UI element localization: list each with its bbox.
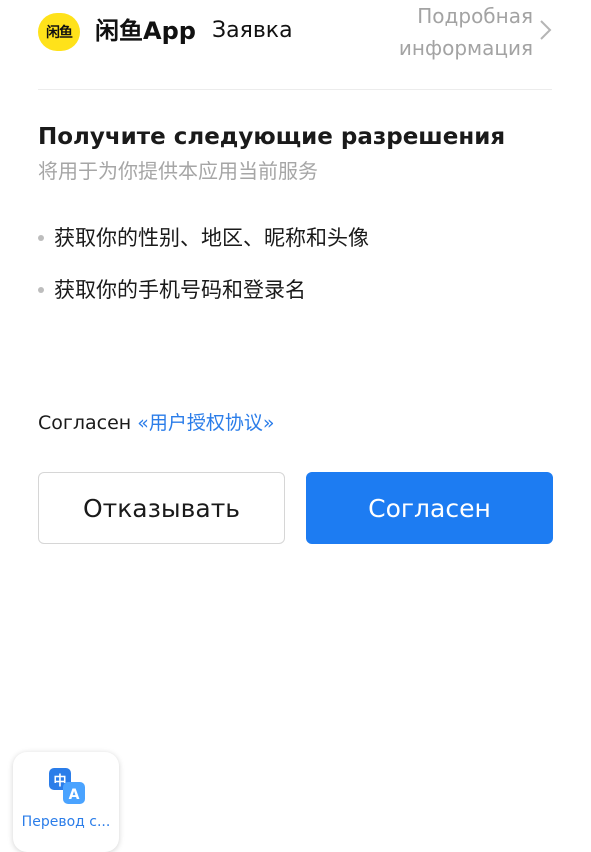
app-name: 闲鱼App (95, 17, 196, 45)
app-logo: 闲鱼 (38, 13, 80, 51)
agreement-prefix: Согласен (38, 412, 138, 434)
details-line-2: информация (398, 36, 533, 60)
permissions-subtitle: 将用于为你提供本应用当前服务 (38, 159, 318, 183)
chevron-right-icon[interactable] (537, 19, 553, 41)
accept-button[interactable]: Согласен (306, 472, 553, 544)
header-divider (38, 89, 552, 90)
permission-item: 获取你的手机号码和登录名 (38, 272, 369, 308)
permission-item: 获取你的性别、地区、昵称和头像 (38, 220, 369, 256)
app-logo-text: 闲鱼 (46, 25, 73, 41)
permissions-title: Получите следующие разрешения (38, 124, 506, 150)
decline-button[interactable]: Отказывать (38, 472, 285, 544)
header: 闲鱼 闲鱼App Заявка Подробная информация (0, 0, 591, 90)
permissions-list: 获取你的性别、地区、昵称和头像 获取你的手机号码和登录名 (38, 220, 369, 324)
translate-widget[interactable]: 中 A Перевод с... (13, 752, 119, 852)
details-line-1: Подробная (417, 4, 533, 28)
agreement-line: Согласен «用户授权协议» (38, 408, 275, 438)
permission-item-text: 获取你的手机号码和登录名 (54, 278, 306, 302)
translate-label: Перевод с... (21, 814, 111, 830)
bullet-icon (38, 235, 44, 241)
agreement-link[interactable]: «用户授权协议» (137, 412, 274, 434)
request-label: Заявка (212, 18, 293, 43)
translate-icon: 中 A (49, 768, 85, 804)
details-link[interactable]: Подробная информация (385, 0, 533, 64)
svg-text:A: A (69, 787, 80, 803)
bullet-icon (38, 287, 44, 293)
permission-item-text: 获取你的性别、地区、昵称和头像 (54, 226, 369, 250)
